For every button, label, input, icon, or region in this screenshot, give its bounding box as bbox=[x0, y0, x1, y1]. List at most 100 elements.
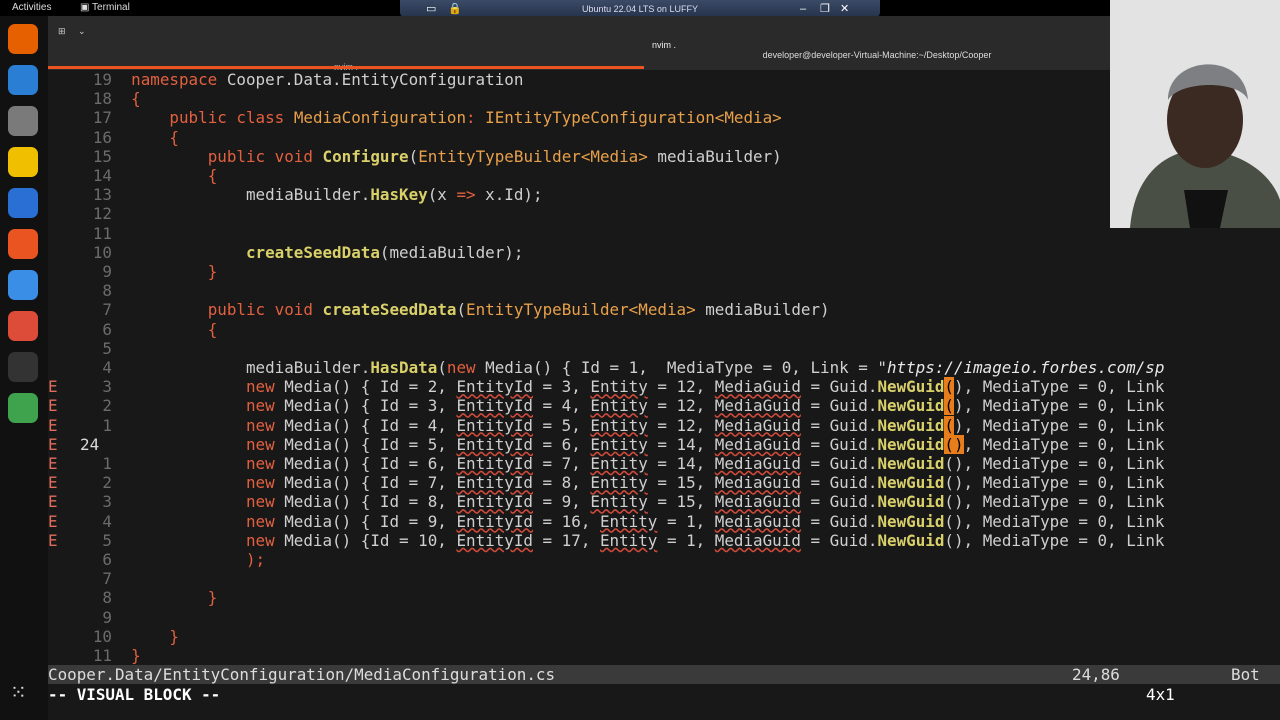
software-icon[interactable] bbox=[8, 229, 38, 259]
code-line[interactable]: E 1 new Media() { Id = 4, EntityId = 5, E… bbox=[48, 415, 1164, 435]
code-line[interactable]: E 24 new Media() { Id = 5, EntityId = 6, … bbox=[48, 434, 1164, 454]
thunderbird-icon[interactable] bbox=[8, 65, 38, 95]
code-token: Entity bbox=[590, 454, 648, 473]
code-token: MediaGuid bbox=[714, 396, 801, 416]
rhythmbox-icon[interactable] bbox=[8, 147, 38, 177]
code-token: } bbox=[207, 588, 218, 608]
help-icon[interactable] bbox=[8, 270, 38, 300]
app-menu[interactable]: ▣ Terminal bbox=[80, 2, 130, 13]
code-token: = 17, bbox=[532, 530, 600, 550]
code-token: mediaBuilder. bbox=[131, 185, 371, 205]
code-token: ( bbox=[437, 358, 447, 377]
code-token: Media() { Id = 4, bbox=[274, 415, 457, 435]
line-number: 6 bbox=[102, 319, 112, 339]
code-line[interactable]: E 3 new Media() { Id = 2, EntityId = 3, E… bbox=[48, 377, 1164, 397]
code-line[interactable]: E 2 new Media() { Id = 3, EntityId = 4, E… bbox=[48, 396, 1164, 416]
code-token: EntityId bbox=[456, 492, 533, 512]
code-token: ( bbox=[456, 300, 467, 320]
code-token: Media() { Id = 7, bbox=[274, 473, 457, 493]
line-number: 11 bbox=[92, 646, 112, 665]
apps-grid-icon[interactable]: ⁙ bbox=[10, 680, 27, 705]
code-line[interactable]: 14 { bbox=[48, 166, 217, 185]
code-line[interactable]: E 3 new Media() { Id = 8, EntityId = 9, E… bbox=[48, 492, 1164, 511]
code-token: NewGuid bbox=[877, 377, 945, 397]
code-line[interactable]: 7 bbox=[48, 569, 131, 588]
code-token: ( bbox=[944, 396, 954, 416]
code-token: Media() { Id = 2, bbox=[274, 377, 457, 397]
files-icon[interactable] bbox=[8, 106, 38, 136]
code-token: Entity bbox=[599, 530, 658, 550]
code-token: = 12, bbox=[647, 396, 715, 416]
code-token: NewGuid bbox=[877, 396, 945, 416]
code-line[interactable]: 8 bbox=[48, 281, 131, 300]
line-number: 10 bbox=[92, 242, 112, 262]
writer-icon[interactable] bbox=[8, 188, 38, 218]
terminal-header: ⊞ ⌄ nvim . nvim . developer@developer-Vi… bbox=[48, 16, 1110, 72]
code-line[interactable]: 10 } bbox=[48, 627, 179, 646]
code-line[interactable]: 11 bbox=[48, 224, 131, 243]
code-line[interactable]: 17 public class MediaConfiguration: IEnt… bbox=[48, 108, 782, 127]
code-line[interactable]: 11 } bbox=[48, 646, 141, 665]
code-token: = 14, bbox=[647, 454, 715, 473]
code-token: new bbox=[245, 377, 275, 397]
code-token: EntityId bbox=[456, 415, 533, 435]
activities-button[interactable]: Activities bbox=[12, 2, 51, 13]
code-line[interactable]: 5 bbox=[48, 339, 131, 358]
chevron-down-icon[interactable]: ⌄ bbox=[78, 26, 86, 37]
code-token: ( bbox=[408, 146, 419, 166]
code-token: namespace bbox=[131, 70, 218, 89]
code-token: EntityId bbox=[456, 434, 533, 454]
code-token: new bbox=[245, 530, 275, 550]
code-line[interactable]: 4 mediaBuilder.HasData(new Media() { Id … bbox=[48, 358, 1164, 377]
line-number: 2 bbox=[102, 396, 112, 416]
diagnostic-sign: E bbox=[48, 511, 58, 531]
code-line[interactable]: 13 mediaBuilder.HasKey(x => x.Id); bbox=[48, 185, 543, 204]
tab-shell[interactable]: developer@developer-Virtual-Machine:~/De… bbox=[644, 50, 1110, 60]
code-line[interactable]: 10 createSeedData(mediaBuilder); bbox=[48, 242, 524, 262]
code-line[interactable]: E5 new Media() {Id = 10, EntityId = 17, … bbox=[48, 531, 1164, 550]
code-line[interactable]: 6 ); bbox=[48, 550, 265, 569]
terminal-icon[interactable] bbox=[8, 352, 38, 382]
code-line[interactable]: 8 } bbox=[48, 588, 217, 607]
active-tab-indicator bbox=[48, 66, 644, 69]
code-token: = 16, bbox=[532, 511, 600, 531]
code-line[interactable]: E4 new Media() { Id = 9, EntityId = 16, … bbox=[48, 512, 1164, 531]
trash-icon[interactable] bbox=[8, 393, 38, 423]
code-token: createSeedData bbox=[245, 242, 380, 262]
line-number: 5 bbox=[102, 338, 112, 358]
code-line[interactable]: E 2 new Media() { Id = 7, EntityId = 8, E… bbox=[48, 473, 1164, 492]
code-line[interactable]: 18 { bbox=[48, 89, 141, 108]
nvim-editor[interactable]: 19 namespace Cooper.Data.EntityConfigura… bbox=[48, 70, 1280, 720]
code-line[interactable]: 19 namespace Cooper.Data.EntityConfigura… bbox=[48, 70, 524, 89]
code-line[interactable]: 9 } bbox=[48, 262, 217, 281]
diagnostic-sign: E bbox=[48, 377, 58, 397]
new-tab-icon[interactable]: ⊞ bbox=[58, 26, 66, 37]
chrome-icon[interactable] bbox=[8, 311, 38, 341]
firefox-icon[interactable] bbox=[8, 24, 38, 54]
code-line[interactable]: E 1 new Media() { Id = 6, EntityId = 7, E… bbox=[48, 454, 1164, 473]
code-line[interactable]: 16 { bbox=[48, 128, 179, 147]
code-token: NewGuid bbox=[877, 492, 945, 512]
code-token: => bbox=[456, 185, 476, 205]
code-line[interactable]: 9 bbox=[48, 608, 131, 627]
code-token: MediaGuid bbox=[714, 377, 801, 397]
webcam-overlay bbox=[1110, 0, 1280, 228]
code-token: NewGuid bbox=[877, 511, 945, 531]
code-token: new bbox=[245, 473, 275, 493]
code-line[interactable]: 6 { bbox=[48, 320, 217, 339]
line-number: 7 bbox=[102, 569, 112, 589]
code-line[interactable]: 7 public void createSeedData(EntityTypeB… bbox=[48, 300, 829, 320]
code-line[interactable]: 15 public void Configure(EntityTypeBuild… bbox=[48, 147, 782, 166]
line-number: 4 bbox=[102, 511, 112, 531]
code-line[interactable]: 12 bbox=[48, 204, 131, 223]
code-token: Media() { Id = 8, bbox=[274, 492, 457, 512]
code-token: Entity bbox=[590, 434, 648, 454]
code-token: public class bbox=[169, 108, 285, 128]
